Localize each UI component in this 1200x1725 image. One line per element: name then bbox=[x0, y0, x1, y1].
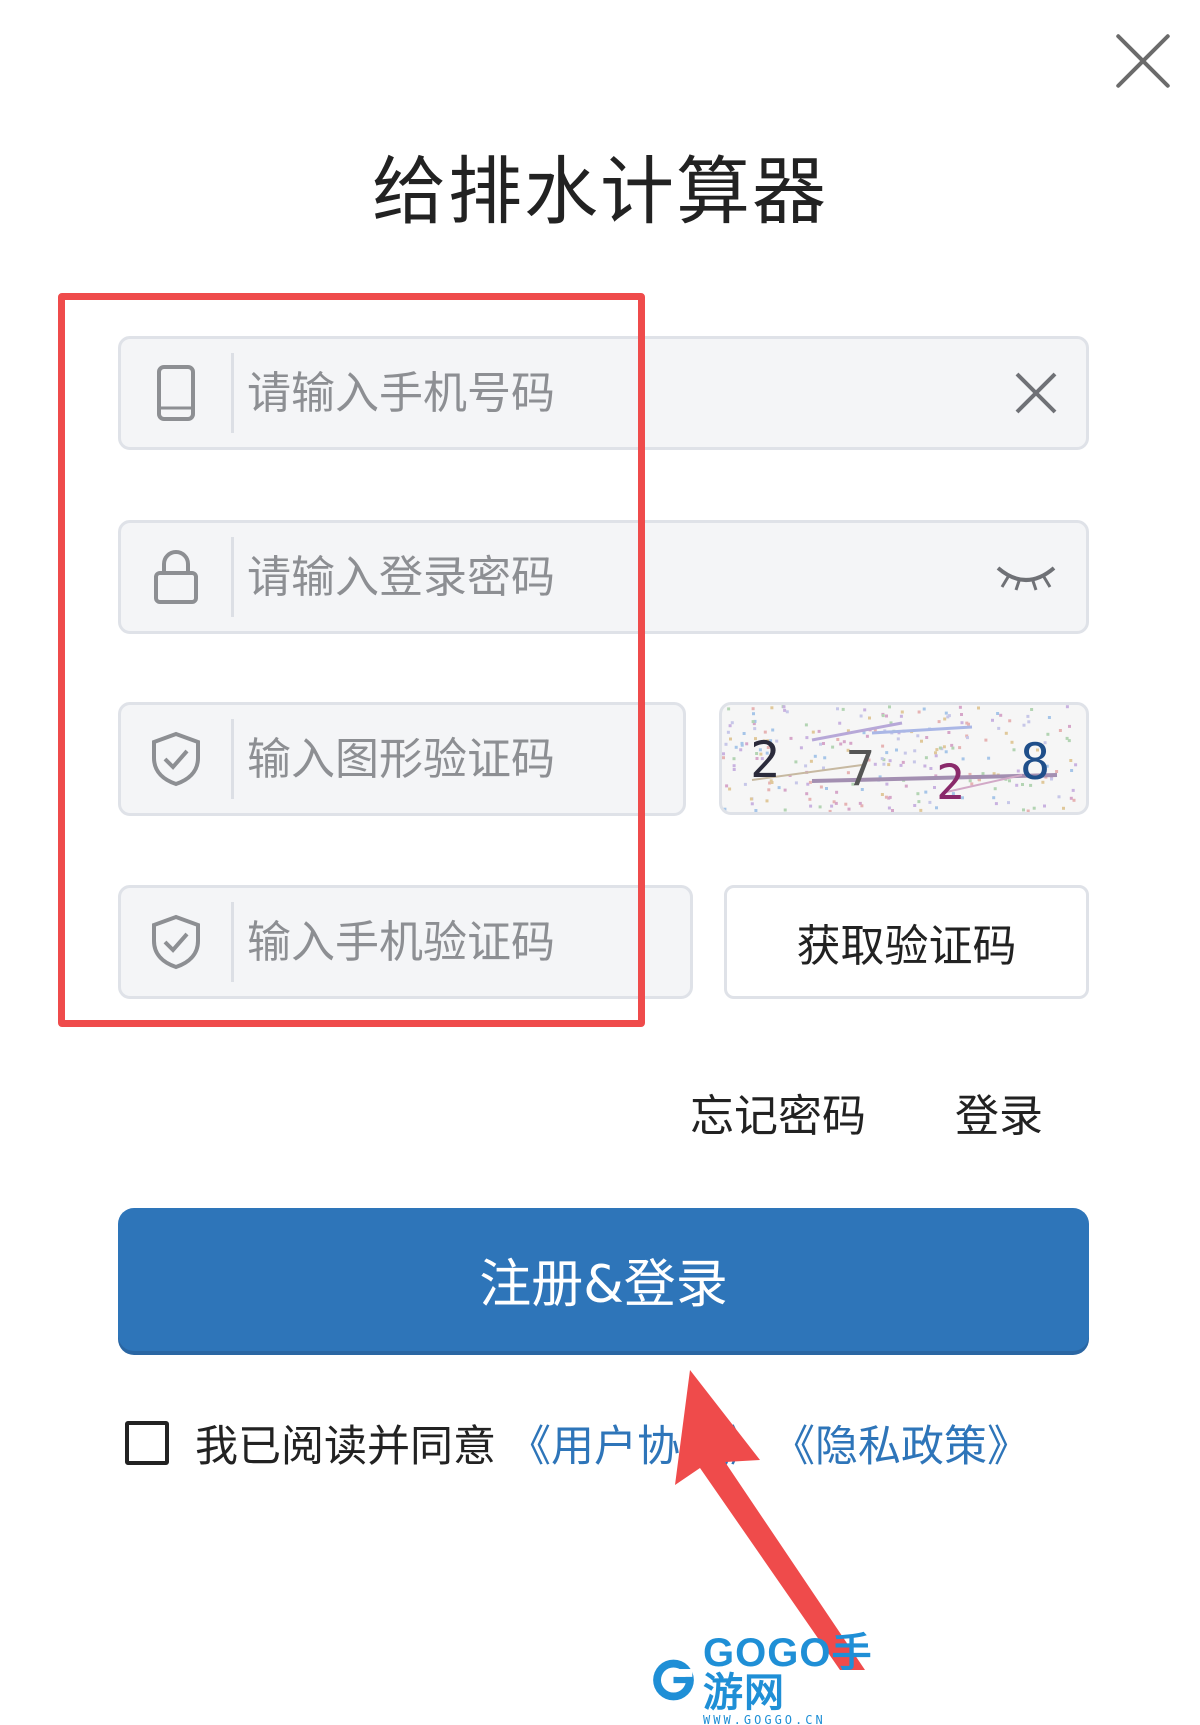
password-field[interactable] bbox=[118, 520, 1089, 634]
mobile-phone-icon bbox=[121, 339, 231, 447]
captcha-graphic: 2 7 2 8 bbox=[722, 705, 1078, 812]
sms-code-input[interactable] bbox=[247, 888, 670, 996]
page-title: 给排水计算器 bbox=[372, 149, 828, 235]
field-separator bbox=[231, 353, 234, 433]
phone-input[interactable] bbox=[247, 339, 1006, 447]
shield-check-icon bbox=[121, 888, 231, 996]
user-agreement-link[interactable]: 《用户协议》 bbox=[508, 1412, 766, 1474]
watermark-text: GOGO手游网 bbox=[703, 1631, 873, 1715]
lock-icon bbox=[121, 523, 231, 631]
captcha-field[interactable] bbox=[118, 702, 686, 816]
agreement-checkbox[interactable] bbox=[125, 1421, 169, 1465]
field-separator bbox=[231, 537, 234, 617]
captcha-input[interactable] bbox=[247, 705, 663, 813]
clear-icon[interactable] bbox=[1014, 371, 1058, 415]
password-input[interactable] bbox=[247, 523, 1006, 631]
svg-text:7: 7 bbox=[846, 741, 875, 797]
watermark-url: WWW.GOGGO.CN bbox=[703, 1713, 826, 1725]
phone-field[interactable] bbox=[118, 336, 1089, 450]
field-separator bbox=[231, 902, 234, 982]
svg-text:2: 2 bbox=[936, 755, 965, 811]
register-login-button[interactable]: 注册&登录 bbox=[118, 1208, 1089, 1351]
login-link[interactable]: 登录 bbox=[955, 1080, 1043, 1144]
close-icon[interactable] bbox=[1112, 30, 1174, 92]
agreement-text: 我已阅读并同意 bbox=[195, 1422, 496, 1472]
get-code-button[interactable]: 获取验证码 bbox=[724, 885, 1089, 999]
privacy-policy-link[interactable]: 《隐私政策》 bbox=[772, 1412, 1030, 1474]
svg-text:8: 8 bbox=[1020, 733, 1050, 791]
watermark: GOGO手游网 WWW.GOGGO.CN bbox=[650, 1633, 900, 1725]
sms-code-field[interactable] bbox=[118, 885, 693, 999]
svg-text:2: 2 bbox=[750, 731, 780, 789]
watermark-logo-icon bbox=[653, 1659, 694, 1701]
forgot-password-link[interactable]: 忘记密码 bbox=[690, 1080, 866, 1144]
eye-closed-icon[interactable] bbox=[994, 562, 1058, 592]
captcha-image[interactable]: 2 7 2 8 bbox=[719, 702, 1089, 815]
field-separator bbox=[231, 719, 234, 799]
shield-check-icon bbox=[121, 705, 231, 813]
agreement-row: 我已阅读并同意 《用户协议》 《隐私政策》 bbox=[125, 1412, 1030, 1474]
